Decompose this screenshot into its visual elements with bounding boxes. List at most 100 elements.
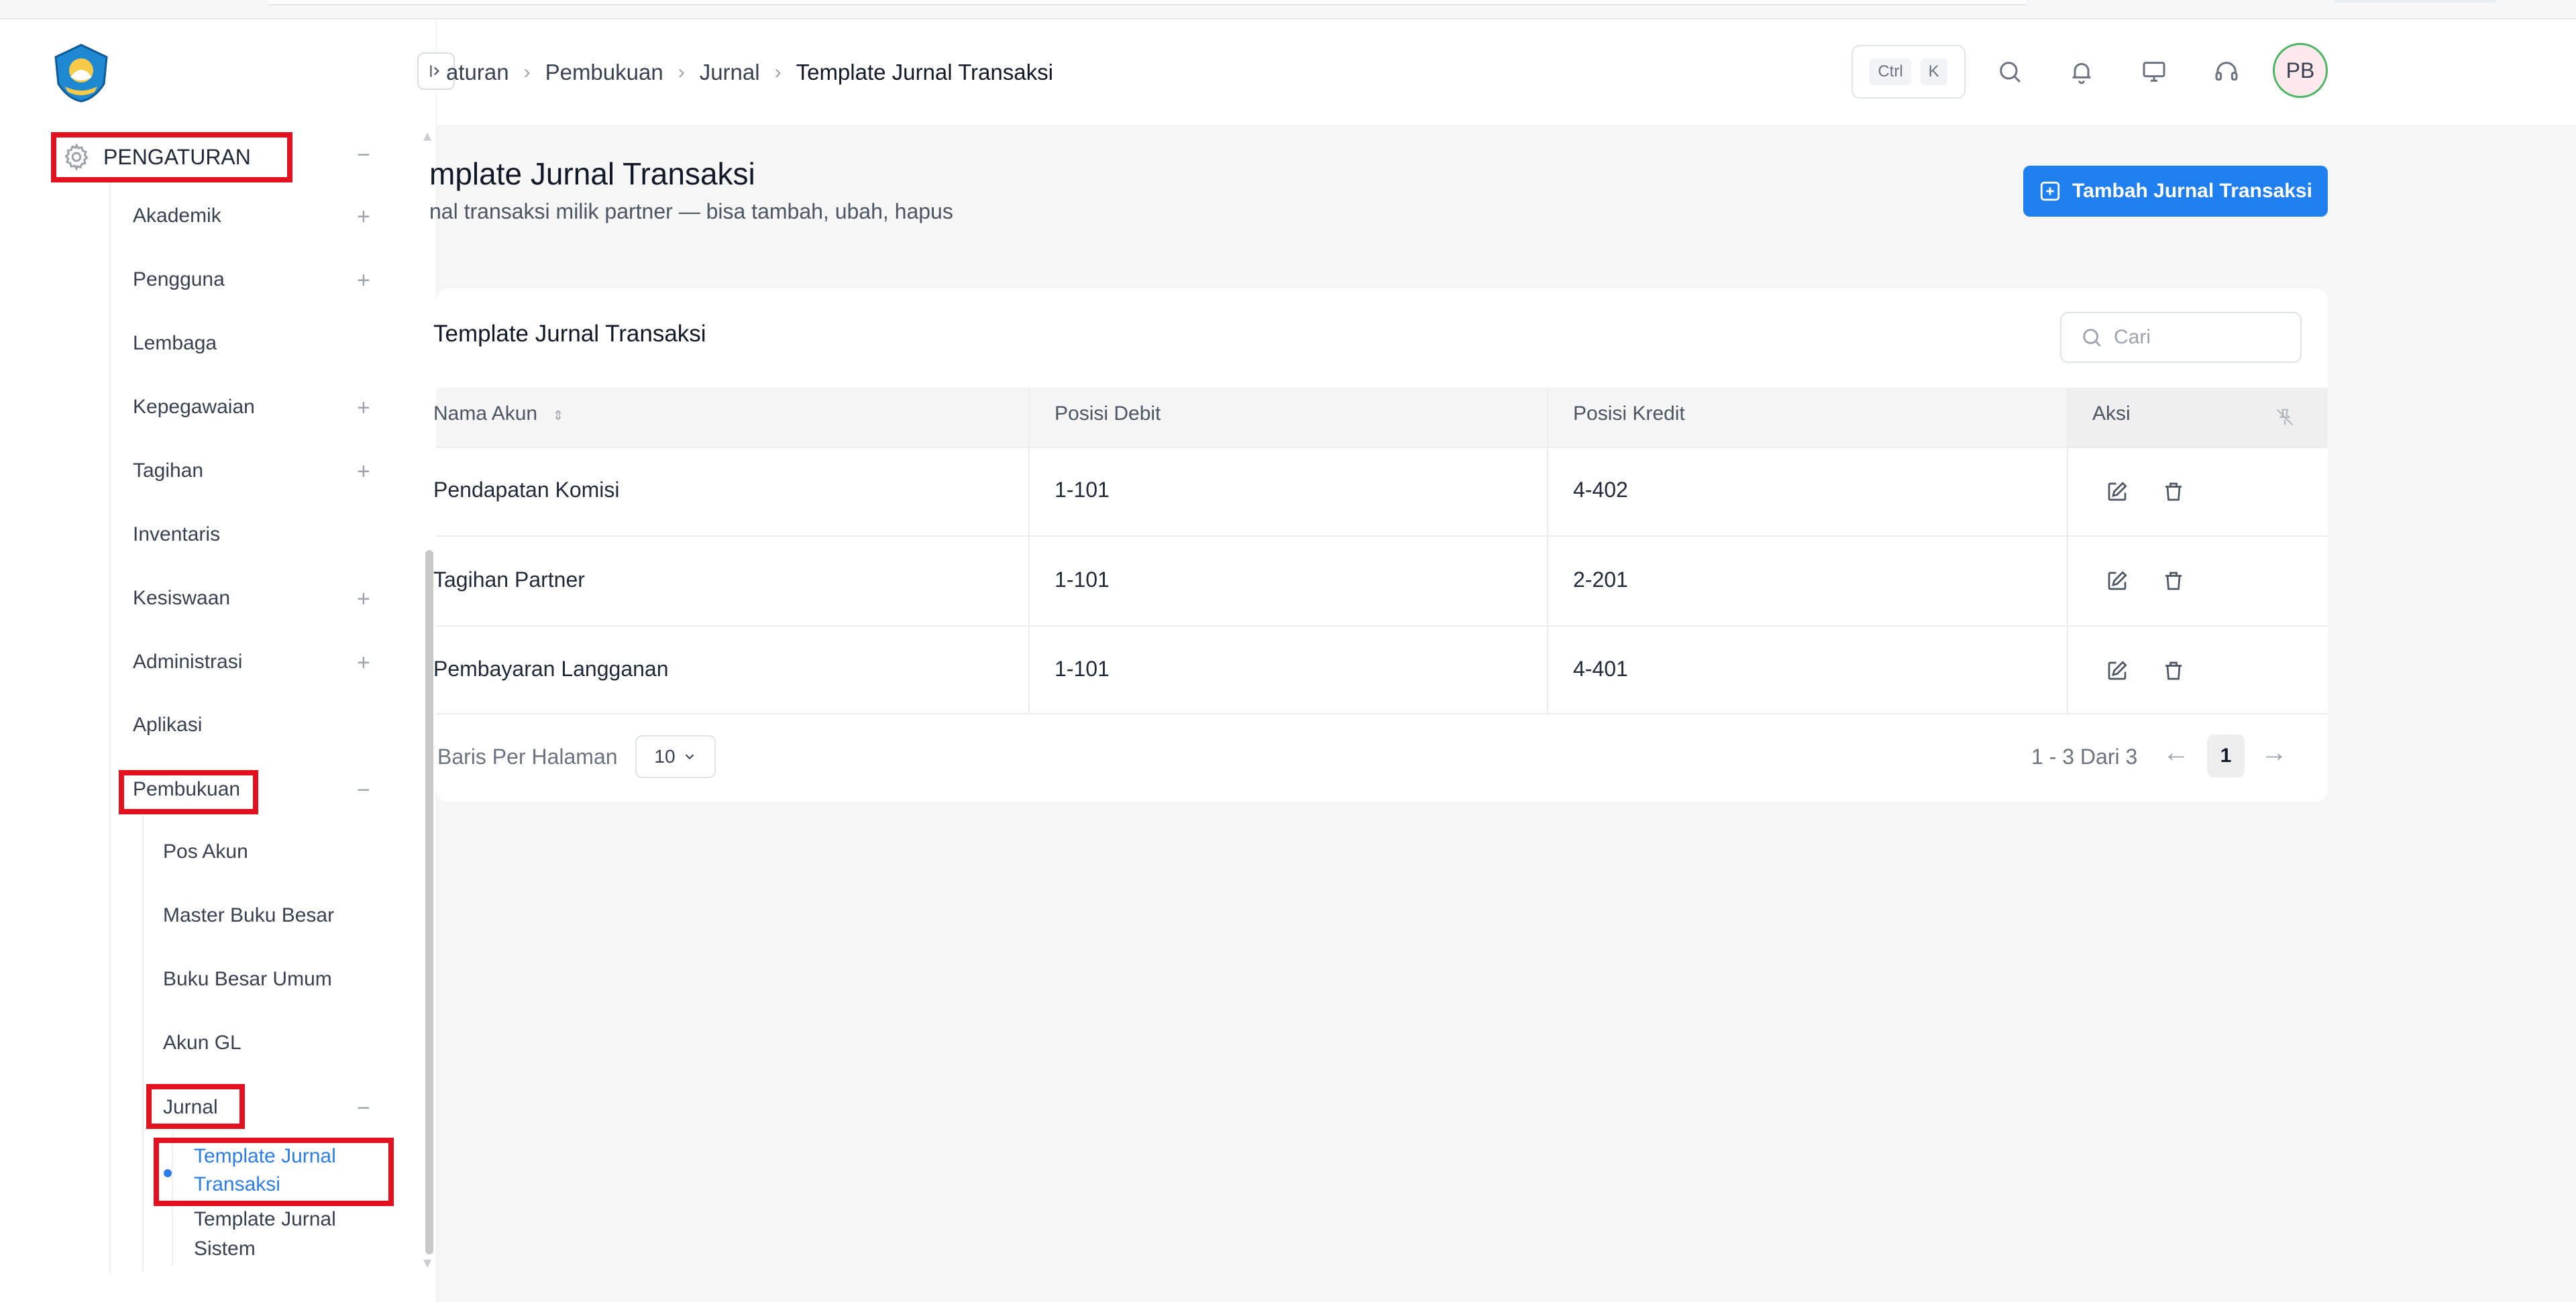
expand-icon[interactable]: + <box>357 651 370 674</box>
sidebar-item-label: Kesiswaan <box>133 587 231 609</box>
breadcrumb-item[interactable]: aturan <box>446 60 509 85</box>
expand-sidebar-icon <box>430 65 439 77</box>
table-header <box>436 388 2328 447</box>
sidebar-item-buku-besar-umum[interactable]: Buku Besar Umum <box>163 968 332 991</box>
scroll-up-arrow[interactable]: ▴ <box>423 126 431 146</box>
page-subtitle: nal transaksi milik partner — bisa tamba… <box>429 199 953 223</box>
notifications-button[interactable] <box>2063 54 2100 90</box>
edit-icon <box>2108 571 2127 590</box>
sidebar-item-kesiswaan[interactable]: Kesiswaan <box>133 587 230 610</box>
sort-icon[interactable]: ⇕ <box>552 409 564 423</box>
edit-button[interactable] <box>2102 477 2132 506</box>
sidebar-item-label: Buku Besar Umum <box>163 968 332 990</box>
add-journal-template-button[interactable]: Tambah Jurnal Transaksi <box>2023 166 2328 217</box>
edit-button[interactable] <box>2102 566 2132 596</box>
sidebar-item-lembaga[interactable]: Lembaga <box>133 332 217 355</box>
unpin-column-button[interactable] <box>2270 402 2300 432</box>
bell-icon <box>2072 62 2091 85</box>
headset-icon <box>2215 62 2238 81</box>
highlight-box <box>146 1084 245 1129</box>
display-button[interactable] <box>2136 54 2172 90</box>
delete-button[interactable] <box>2159 477 2188 506</box>
trash-icon <box>2165 661 2182 680</box>
search-input[interactable]: Cari <box>2060 312 2302 363</box>
trash-icon <box>2165 482 2182 501</box>
rows-per-page-label: Baris Per Halaman <box>437 745 618 769</box>
sidebar-scrollbar-thumb[interactable] <box>425 550 433 1254</box>
breadcrumb: aturan › Pembukuan › Jurnal › Template J… <box>446 56 1053 89</box>
highlight-box <box>154 1138 394 1206</box>
sidebar-tree-line-nested <box>142 815 144 1271</box>
avatar[interactable]: PB <box>2273 43 2328 98</box>
chevron-right-icon: › <box>523 61 531 83</box>
kbd-k: K <box>1920 58 1947 85</box>
cell-nama-akun: Pembayaran Langganan <box>433 657 669 681</box>
cell-nama-akun: Tagihan Partner <box>433 567 585 592</box>
pagination-range: 1 - 3 Dari 3 <box>2031 745 2138 769</box>
sidebar-item-administrasi[interactable]: Administrasi <box>133 651 242 673</box>
pin-off-icon <box>2276 409 2294 426</box>
sidebar-item-label: Inventaris <box>133 523 221 545</box>
sidebar-item-inventaris[interactable]: Inventaris <box>133 523 220 546</box>
collapse-icon[interactable]: − <box>357 779 370 802</box>
sidebar-item-label: Kepegawaian <box>133 396 255 418</box>
breadcrumb-item[interactable]: Jurnal <box>700 60 760 85</box>
search-icon <box>2000 62 2021 83</box>
sidebar-item-label: Aplikasi <box>133 714 203 736</box>
edit-icon <box>2108 482 2127 501</box>
sidebar-item-label: Pengguna <box>133 268 225 290</box>
sidebar-item-akun-gl[interactable]: Akun GL <box>163 1032 241 1054</box>
delete-button[interactable] <box>2159 656 2188 686</box>
sidebar-item-label: Akademik <box>133 205 221 227</box>
sidebar-item-pengguna[interactable]: Pengguna <box>133 268 225 291</box>
sidebar-item-tagihan[interactable]: Tagihan <box>133 459 203 482</box>
column-header-aksi: Aksi <box>2092 402 2131 425</box>
column-divider <box>2067 388 2068 713</box>
sidebar-tree-line <box>109 180 111 1273</box>
browser-top-strip <box>268 0 2026 5</box>
expand-icon[interactable]: + <box>357 460 370 483</box>
collapse-icon[interactable]: − <box>357 1097 370 1120</box>
expand-icon[interactable]: + <box>357 205 370 228</box>
page-title: mplate Jurnal Transaksi <box>429 156 755 191</box>
trash-icon <box>2165 572 2182 590</box>
support-button[interactable] <box>2208 54 2245 90</box>
search-button[interactable] <box>1992 54 2028 90</box>
rows-per-page-select[interactable]: 10 <box>635 735 716 778</box>
chevron-right-icon: › <box>774 61 782 83</box>
collapse-icon[interactable]: − <box>357 144 370 166</box>
table-title: Template Jurnal Transaksi <box>433 321 706 347</box>
breadcrumb-current: Template Jurnal Transaksi <box>796 60 1053 85</box>
sidebar-item-kepegawaian[interactable]: Kepegawaian <box>133 396 255 419</box>
page-number-button[interactable]: 1 <box>2207 735 2245 777</box>
delete-button[interactable] <box>2159 566 2188 596</box>
add-button-label: Tambah Jurnal Transaksi <box>2072 180 2312 202</box>
search-icon <box>2083 329 2101 347</box>
edit-icon <box>2108 661 2127 680</box>
table-card <box>436 288 2328 802</box>
prev-page-arrow-icon[interactable]: ← <box>2163 738 2190 768</box>
edit-button[interactable] <box>2102 656 2132 686</box>
next-page-arrow-icon[interactable]: → <box>2261 738 2288 768</box>
sidebar-item-label: Master Buku Besar <box>163 904 335 926</box>
highlight-box <box>119 770 258 814</box>
sidebar-item-template-jurnal-sistem[interactable]: Template Jurnal Sistem <box>194 1205 362 1264</box>
row-divider <box>436 447 2328 448</box>
scroll-down-arrow[interactable]: ▾ <box>423 1253 431 1272</box>
expand-icon[interactable]: + <box>357 269 370 292</box>
sidebar-item-label: Template Jurnal Sistem <box>194 1208 336 1260</box>
sidebar-item-master-buku-besar[interactable]: Master Buku Besar <box>163 904 334 927</box>
search-placeholder: Cari <box>2114 326 2151 348</box>
column-header-nama-akun[interactable]: Nama Akun ⇕ <box>433 402 564 425</box>
sidebar-item-label: Pos Akun <box>163 840 248 863</box>
expand-icon[interactable]: + <box>357 588 370 610</box>
sidebar-item-aplikasi[interactable]: Aplikasi <box>133 714 202 737</box>
breadcrumb-item[interactable]: Pembukuan <box>545 60 663 85</box>
expand-icon[interactable]: + <box>357 396 370 419</box>
cell-posisi-debit: 1-101 <box>1055 478 1110 502</box>
sidebar-item-label: Tagihan <box>133 459 204 482</box>
sidebar-item-pos-akun[interactable]: Pos Akun <box>163 840 248 863</box>
sidebar-item-akademik[interactable]: Akademik <box>133 205 221 227</box>
command-palette-shortcut[interactable]: Ctrl K <box>1851 45 1966 99</box>
highlight-box <box>51 132 292 182</box>
